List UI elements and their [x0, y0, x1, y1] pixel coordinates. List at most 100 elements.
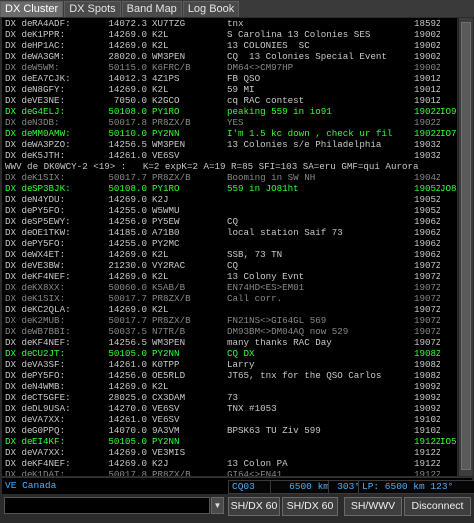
table-row[interactable]: DX de VE3NE: 7050.0 K2GCO cq RAC contest 1901…: [2, 95, 457, 106]
table-row[interactable]: DX de CT5GFE: 28025.0 CX3DAM 73 1909Z: [2, 392, 457, 403]
spot-comment: 13 Colon PA: [227, 458, 288, 469]
vertical-scrollbar[interactable]: [458, 18, 473, 476]
table-row[interactable]: DX de KF4NEF: 14269.0 K2J 13 Colon PA 1912Z: [2, 458, 457, 469]
spot-comment: FN21NS<>GI64GL 569: [227, 315, 327, 326]
spot-frequency: 14261.0: [108, 414, 147, 425]
table-row[interactable]: DX de WB7BBI: 50037.5 N7TR/B DM93BM<>DM04AQ …: [2, 326, 457, 337]
table-row[interactable]: DX de RA4ADF: 14072.3 XU7TZG tnx 1859Z: [2, 18, 457, 29]
table-row[interactable]: DX de EA7CJK: 14012.3 4Z1PS FB QSO 1901Z: [2, 73, 457, 84]
spot-dx-call: 4Z1PS: [152, 73, 180, 84]
table-row[interactable]: DX de SP5EWY: 14256.0 PY5EW CQ 1906Z: [2, 216, 457, 227]
spot-time: 1906Z: [414, 227, 440, 238]
spot-prefix: DX de: [5, 326, 33, 337]
table-row[interactable]: DX de CU2JT: 50105.0 PY2NN CQ DX 1908Z: [2, 348, 457, 359]
table-row[interactable]: DX de N3DB: 50017.8 PR8ZX/B YES 1902Z: [2, 117, 457, 128]
spot-locator: IO9: [440, 106, 457, 117]
spot-dx-call: K0TPP: [152, 359, 180, 370]
spot-time: 1900Z: [414, 62, 440, 73]
spot-prefix: DX de: [5, 414, 33, 425]
table-row[interactable]: DX de DL9USA: 14270.0 VE6SV TNX #1053 1909Z: [2, 403, 457, 414]
disconnect-button[interactable]: Disconnect: [404, 497, 471, 516]
spot-dx-call: W5WMU: [152, 205, 180, 216]
sh-dx-60-button-2[interactable]: SH/DX 60: [282, 497, 338, 516]
tab-band-map[interactable]: Band Map: [121, 1, 182, 17]
spot-prefix: DX de: [5, 194, 33, 205]
spot-comment: 13 Colony Evnt: [227, 271, 305, 282]
spot-prefix: DX de: [5, 150, 33, 161]
spot-time: 1907Z: [414, 337, 440, 348]
spot-frequency: 14269.0: [108, 249, 147, 260]
table-row[interactable]: DX de N4YDU: 14269.0 K2J 1905Z: [2, 194, 457, 205]
status-bar: VE Canada CQ03 6500 km 303° LP: 6500 km …: [2, 477, 474, 494]
table-row[interactable]: DX de K1PPR: 14269.0 K2L S Carolina 13 Colon…: [2, 29, 457, 40]
table-row[interactable]: DX de WX4ET: 14269.0 K2L SSB, 73 TN 1906Z: [2, 249, 457, 260]
table-row[interactable]: DX de VA7XX: 14261.0 VE6SV 1910Z: [2, 414, 457, 425]
table-row[interactable]: DX de EI4KF: 50105.0 PY2NN 1912Z IO5: [2, 436, 457, 447]
tab-log-book[interactable]: Log Book: [182, 1, 240, 17]
sh-wwv-button[interactable]: SH/WWV: [344, 497, 402, 516]
table-row[interactable]: DX de K5JTH: 14261.0 VE6SV 1903Z: [2, 150, 457, 161]
spot-prefix: DX de: [5, 425, 33, 436]
spot-comment: GI64<>FN41: [227, 469, 283, 476]
wwv-line: WWV de DK0WCY-2 <19> : K=2 expK=2 A=19 R…: [5, 161, 419, 172]
spot-frequency: 50017.7: [108, 293, 147, 304]
spot-time: 1901Z: [414, 73, 440, 84]
table-row[interactable]: DX de KX8XX: 50060.0 K5AB/B EN74HD<ES>EM01 19…: [2, 282, 457, 293]
status-long-path: LP: 6500 km 123°: [358, 480, 474, 494]
spot-spotter: RA4ADF:: [32, 18, 71, 29]
table-row[interactable]: DX de KC2QLA: 14269.0 K2L 1907Z: [2, 304, 457, 315]
spot-comment: 13 Colonies s/e Philadelphia: [227, 139, 382, 150]
spot-prefix: DX de: [5, 337, 33, 348]
sh-dx-60-button[interactable]: SH/DX 60: [228, 497, 280, 516]
table-row[interactable]: DX de KF4NEF: 14269.0 K2L 13 Colony Evnt 1907…: [2, 271, 457, 282]
table-row[interactable]: DX de N8GFY: 14269.0 K2L 59 MI 1901Z: [2, 84, 457, 95]
table-row[interactable]: DX de K1SIX: 50017.7 PR8ZX/B Booming in SW N…: [2, 172, 457, 183]
table-row[interactable]: DX de PY5FO: 14255.0 W5WMU 1905Z: [2, 205, 457, 216]
table-row[interactable]: DX de VA3SF: 14261.0 K0TPP Larry 1908Z: [2, 359, 457, 370]
spot-comment: BPSK63 TU Ziv 599: [227, 425, 321, 436]
table-row[interactable]: DX de VE3BW: 21230.0 VY2RAC CQ 1907Z: [2, 260, 457, 271]
spot-frequency: 14256.5: [108, 337, 147, 348]
spot-spotter: MM0AMW:: [32, 128, 71, 139]
table-row[interactable]: DX de MM0AMW: 50110.0 PY2NN I'm 1.5 kc down …: [2, 128, 457, 139]
spot-frequency: 50110.0: [108, 128, 147, 139]
spot-frequency: 14269.0: [108, 304, 147, 315]
scrollbar-thumb[interactable]: [461, 22, 471, 470]
tab-dx-cluster[interactable]: DX Cluster: [0, 1, 64, 17]
table-row[interactable]: DX de K1SIX: 50017.7 PR8ZX/B Call corr. 1907Z: [2, 293, 457, 304]
table-row[interactable]: WWV de DK0WCY-2 <19> : K=2 expK=2 A=19 R…: [2, 161, 457, 172]
spot-dx-call: PR8ZX/B: [152, 117, 191, 128]
table-row[interactable]: DX de WA3PZO: 14256.5 WM3PEN 13 Colonies s/e…: [2, 139, 457, 150]
spot-dx-call: K2L: [152, 271, 169, 282]
table-row[interactable]: DX de PY5FO: 14255.0 PY2MC 1906Z: [2, 238, 457, 249]
spot-frequency: 50017.8: [108, 469, 147, 476]
table-row[interactable]: DX de KF4NEF: 14256.5 WM3PEN many thanks RAC…: [2, 337, 457, 348]
spot-frequency: 14256.0: [108, 370, 147, 381]
table-row[interactable]: DX de SP3BJK: 50108.0 PY1RO 559 in JO81ht 190…: [2, 183, 457, 194]
spot-dx-call: N7TR/B: [152, 326, 186, 337]
spot-comment: 13 COLONIES SC: [227, 40, 310, 51]
table-row[interactable]: DX de G0PPQ: 14070.0 9A3VM BPSK63 TU Ziv 599…: [2, 425, 457, 436]
table-row[interactable]: DX de G4ELJ: 50108.0 PY1RO peaking 559 in io…: [2, 106, 457, 117]
spot-time: 1905Z: [414, 194, 440, 205]
table-row[interactable]: DX de K2MUB: 50017.7 PR8ZX/B FN21NS<>GI64GL …: [2, 315, 457, 326]
table-row[interactable]: DX de N4WMB: 14269.0 K2L 1909Z: [2, 381, 457, 392]
table-row[interactable]: DX de HP1AC: 14269.0 K2L 13 COLONIES SC 1900Z: [2, 40, 457, 51]
spot-list[interactable]: DX de RA4ADF: 14072.3 XU7TZG tnx 1859Z DX de K1…: [2, 18, 457, 476]
spot-spotter: PY5FO:: [32, 205, 66, 216]
table-row[interactable]: DX de WA3GM: 28020.0 WM3PEN CQ 13 Colonies S…: [2, 51, 457, 62]
spot-prefix: DX de: [5, 370, 33, 381]
table-row[interactable]: DX de OE1TKW: 14185.0 A71B0 local station Sa…: [2, 227, 457, 238]
tab-bar: DX Cluster DX Spots Band Map Log Book: [0, 0, 474, 17]
tab-dx-spots[interactable]: DX Spots: [64, 1, 121, 17]
command-input[interactable]: [4, 497, 210, 514]
table-row[interactable]: DX de K1DAT: 50017.8 PR8ZX/B GI64<>FN41 1912Z: [2, 469, 457, 476]
spot-time: 1912Z: [414, 447, 440, 458]
table-row[interactable]: DX de VA7XX: 14269.0 VE3MIS 1912Z: [2, 447, 457, 458]
table-row[interactable]: DX de W5WM: 50115.0 K6FRC/B DM64<>CM97HP 1900…: [2, 62, 457, 73]
table-row[interactable]: DX de PY5FO: 14256.0 OE5RLD JT65, tnx for th…: [2, 370, 457, 381]
spot-time: 1907Z: [414, 282, 440, 293]
spot-dx-call: K6FRC/B: [152, 62, 191, 73]
chevron-down-icon[interactable]: ▼: [211, 497, 224, 514]
spot-spotter: KF4NEF:: [32, 337, 71, 348]
